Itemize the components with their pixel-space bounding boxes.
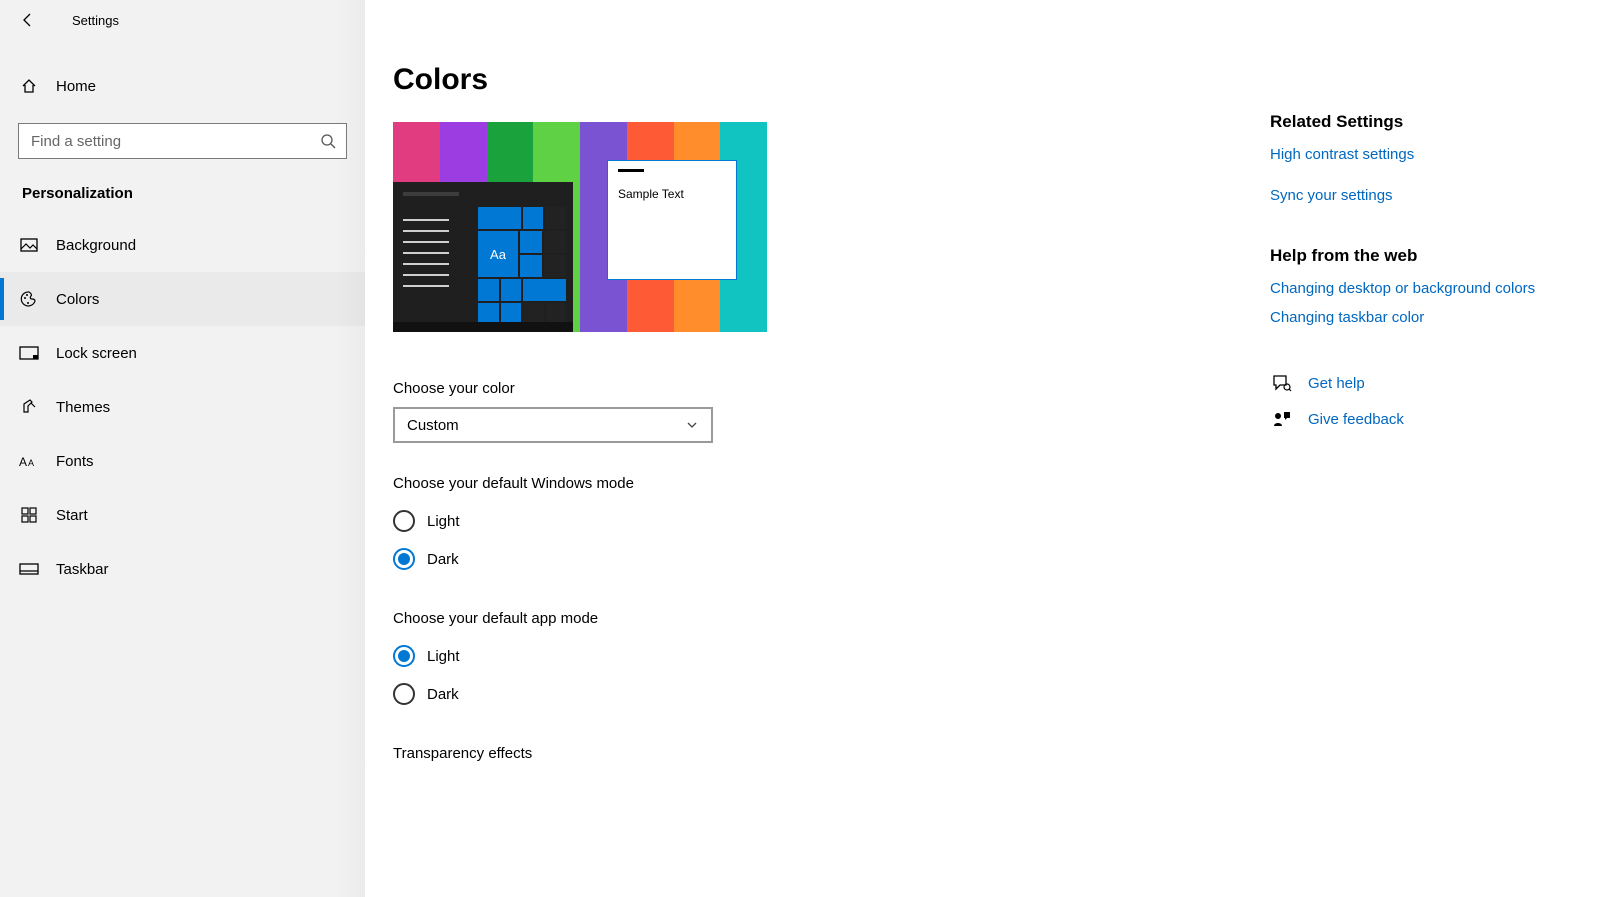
sidebar-item-lock-screen[interactable]: Lock screen (0, 326, 365, 380)
chevron-down-icon (685, 418, 699, 432)
help-heading: Help from the web (1270, 246, 1560, 266)
radio-icon (393, 548, 415, 570)
radio-label: Dark (427, 686, 459, 703)
back-arrow-icon (20, 12, 36, 28)
app-mode-dark-radio[interactable]: Dark (393, 683, 1600, 705)
radio-label: Light (427, 648, 460, 665)
help-icon (1270, 374, 1294, 392)
titlebar: Settings (0, 0, 365, 40)
sidebar-item-fonts[interactable]: AA Fonts (0, 434, 365, 488)
themes-icon (18, 398, 40, 416)
transparency-label: Transparency effects (393, 745, 1600, 762)
radio-icon (393, 645, 415, 667)
choose-color-select[interactable]: Custom (393, 407, 713, 443)
home-icon (18, 77, 40, 95)
svg-text:A: A (28, 458, 34, 468)
preview-window: Sample Text (607, 160, 737, 280)
choose-color-value: Custom (407, 417, 459, 434)
get-help-link[interactable]: Get help (1308, 375, 1365, 392)
give-feedback-row[interactable]: Give feedback (1270, 410, 1560, 428)
search-icon (320, 133, 336, 149)
nav-list: Background Colors Lock screen Themes AA … (0, 218, 365, 596)
section-label: Personalization (0, 159, 365, 218)
nav-label: Themes (56, 399, 110, 416)
related-settings-heading: Related Settings (1270, 112, 1560, 132)
taskbar-icon (18, 563, 40, 575)
windows-mode-label: Choose your default Windows mode (393, 475, 1600, 492)
sidebar: Settings Home Personalization Background… (0, 0, 365, 897)
radio-icon (393, 683, 415, 705)
sidebar-item-themes[interactable]: Themes (0, 380, 365, 434)
link-sync-settings[interactable]: Sync your settings (1270, 185, 1560, 206)
nav-label: Background (56, 237, 136, 254)
preview-sample-text: Sample Text (618, 187, 684, 201)
right-rail: Related Settings High contrast settings … (1270, 112, 1560, 428)
give-feedback-link[interactable]: Give feedback (1308, 411, 1404, 428)
color-preview: Aa (393, 122, 767, 332)
palette-icon (18, 290, 40, 308)
link-changing-taskbar-color[interactable]: Changing taskbar color (1270, 307, 1560, 328)
link-high-contrast[interactable]: High contrast settings (1270, 144, 1560, 165)
app-mode-label: Choose your default app mode (393, 610, 1600, 627)
nav-label: Lock screen (56, 345, 137, 362)
nav-label: Taskbar (56, 561, 109, 578)
preview-start-panel: Aa (393, 182, 573, 332)
fonts-icon: AA (18, 453, 40, 469)
get-help-row[interactable]: Get help (1270, 374, 1560, 392)
preview-tile-text: Aa (478, 231, 518, 277)
radio-label: Dark (427, 551, 459, 568)
page-title: Colors (393, 63, 1600, 97)
windows-mode-light-radio[interactable]: Light (393, 510, 1600, 532)
nav-label: Start (56, 507, 88, 524)
sidebar-item-colors[interactable]: Colors (0, 272, 365, 326)
radio-label: Light (427, 513, 460, 530)
feedback-icon (1270, 410, 1294, 428)
home-label: Home (56, 78, 96, 95)
sidebar-item-home[interactable]: Home (0, 63, 365, 109)
link-changing-desktop-colors[interactable]: Changing desktop or background colors (1270, 278, 1560, 299)
radio-icon (393, 510, 415, 532)
nav-label: Fonts (56, 453, 94, 470)
app-mode-light-radio[interactable]: Light (393, 645, 1600, 667)
sidebar-item-start[interactable]: Start (0, 488, 365, 542)
back-button[interactable] (18, 10, 38, 30)
start-icon (18, 507, 40, 523)
lock-screen-icon (18, 346, 40, 360)
search-container (0, 109, 365, 159)
nav-label: Colors (56, 291, 99, 308)
sidebar-item-background[interactable]: Background (0, 218, 365, 272)
search-box[interactable] (18, 123, 347, 159)
svg-text:A: A (19, 455, 27, 469)
sidebar-item-taskbar[interactable]: Taskbar (0, 542, 365, 596)
search-input[interactable] (19, 124, 346, 158)
app-title: Settings (72, 13, 119, 28)
windows-mode-dark-radio[interactable]: Dark (393, 548, 1600, 570)
picture-icon (18, 238, 40, 252)
